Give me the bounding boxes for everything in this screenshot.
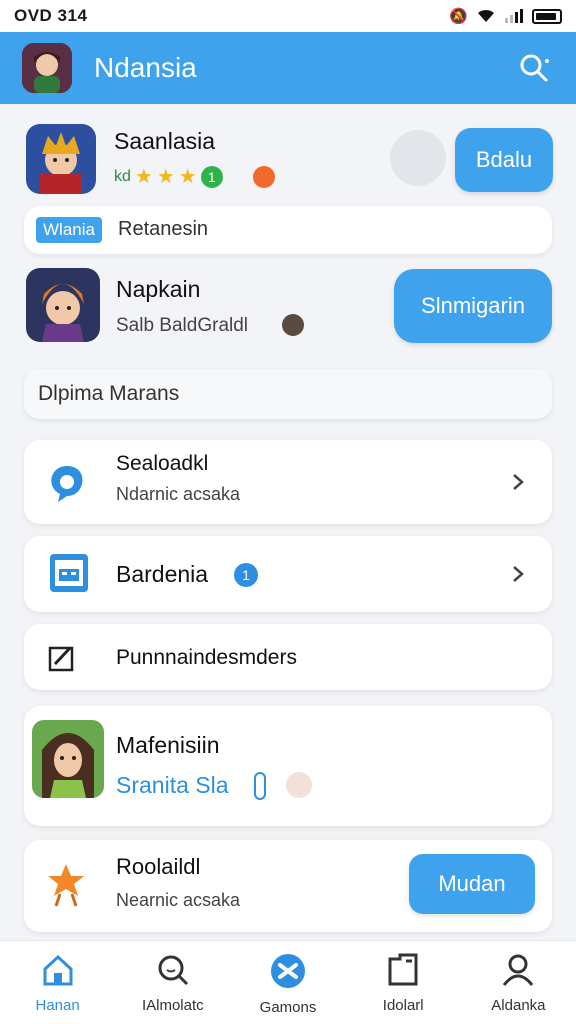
section-title: Dlpima Marans: [38, 382, 180, 405]
game4-card[interactable]: Roolaildl Nearnic acsaka Mudan: [24, 840, 552, 932]
game4-subtitle: Nearnic acsaka: [116, 890, 241, 910]
search-icon: [158, 955, 188, 986]
search-icon: [520, 54, 549, 82]
status-icons: 🔕: [449, 7, 562, 25]
games-icon: [271, 954, 305, 988]
star-icon: ★: [178, 166, 197, 188]
game2-action-button[interactable]: Slnmigarin: [394, 269, 552, 343]
tag-row-text: Retanesin: [118, 218, 209, 240]
tab-search[interactable]: IAlmolatc: [115, 941, 230, 1024]
home-icon: [43, 954, 73, 986]
list-item[interactable]: Bardenia 1: [24, 536, 552, 612]
list-item-title: Punnnaindesmders: [116, 646, 297, 669]
rating-text: kd: [114, 167, 131, 185]
mute-icon: 🔕: [449, 8, 468, 25]
library-icon: [388, 953, 418, 986]
signal-icon: [505, 9, 523, 23]
chevron-right-icon: [513, 474, 524, 490]
tab-home[interactable]: Hanan: [0, 941, 115, 1024]
status-time: OVD 314: [14, 6, 88, 25]
list-item-badge: 1: [234, 563, 258, 587]
profile-icon: [503, 954, 534, 986]
game3-card[interactable]: Mafenisiin Sranita Sla: [24, 706, 552, 826]
tab-games[interactable]: Gamons: [230, 941, 345, 1024]
tab-label: Aldanka: [491, 997, 546, 1014]
app-title: Ndansia: [94, 52, 197, 83]
list-item[interactable]: Sealoadkl Ndarnic acsaka: [24, 440, 552, 524]
section-header: Dlpima Marans: [24, 369, 552, 419]
list-item-title: Sealoadkl: [116, 452, 209, 475]
calendar-icon: [50, 554, 88, 592]
badge-count: 1: [200, 165, 223, 188]
chat-bubble-icon: [51, 466, 83, 502]
star-burst-icon: [48, 864, 84, 907]
tab-label: Idolarl: [382, 997, 424, 1014]
info-icon: [254, 772, 266, 800]
app-bar: Ndansia: [0, 32, 576, 104]
chevron-right-icon: [513, 566, 524, 582]
tab-label: Gamons: [259, 999, 317, 1016]
status-dot-icon: [282, 314, 304, 336]
fire-icon: [252, 165, 275, 188]
star-icon: ★: [156, 166, 175, 188]
tab-profile[interactable]: Aldanka: [461, 941, 576, 1024]
list-item-subtitle: Ndarnic acsaka: [116, 484, 241, 504]
app-avatar[interactable]: [22, 43, 72, 93]
list-item-title: Bardenia: [116, 561, 209, 587]
game4-name: Roolaildl: [116, 854, 201, 879]
featured-action-button[interactable]: Bdalu: [455, 128, 553, 192]
game2-name[interactable]: Napkain: [116, 276, 200, 303]
game2-subtitle: Salb BaldGraldl: [116, 315, 249, 336]
battery-icon: [532, 8, 562, 24]
reaction-icon: [286, 772, 312, 798]
list-item[interactable]: Punnnaindesmders: [24, 624, 552, 690]
game2-thumbnail[interactable]: [26, 268, 100, 342]
game3-name: Mafenisiin: [116, 732, 220, 758]
tag-label: Wlania: [36, 217, 102, 243]
status-bar: OVD 314 🔕: [0, 0, 576, 32]
game4-action-button[interactable]: Mudan: [409, 854, 535, 914]
tab-library[interactable]: Idolarl: [346, 941, 461, 1024]
featured-game-name[interactable]: Saanlasia: [114, 128, 215, 155]
tag-row[interactable]: Wlania Retanesin: [24, 206, 552, 254]
search-button[interactable]: [514, 48, 554, 88]
star-icon: ★: [134, 166, 153, 188]
wifi-icon: [478, 9, 494, 22]
tab-label: IAlmolatc: [141, 997, 204, 1014]
tab-label: Hanan: [35, 997, 80, 1014]
featured-rating: kd ★ ★ ★ 1: [114, 164, 275, 189]
game3-thumbnail[interactable]: [32, 720, 104, 798]
bottom-tab-bar: Hanan IAlmolatc Gamons Idolarl Aldanka: [0, 940, 576, 1024]
game3-subtitle: Sranita Sla: [116, 772, 229, 798]
toggle-knob[interactable]: [390, 130, 446, 186]
checkbox-edit-icon: [48, 646, 74, 672]
featured-game-thumbnail[interactable]: [26, 124, 96, 194]
